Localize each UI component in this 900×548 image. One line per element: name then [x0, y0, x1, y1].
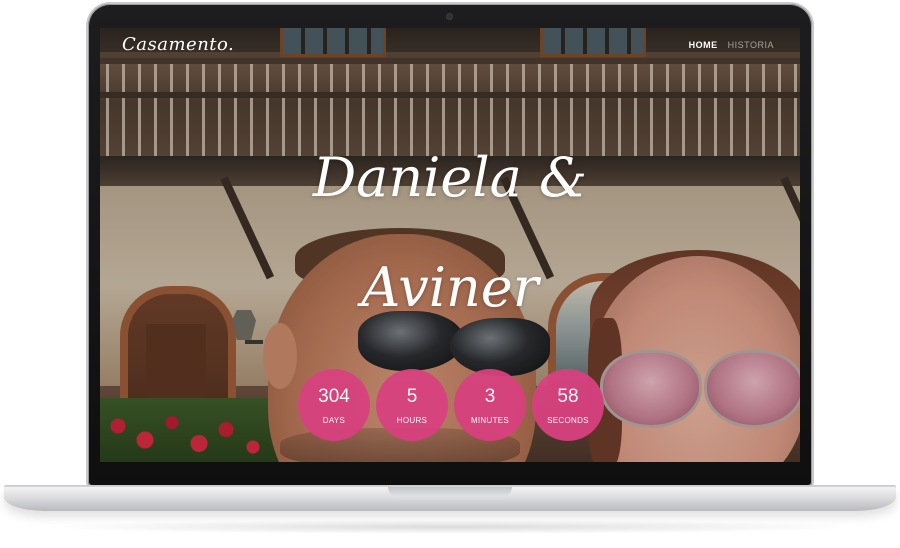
- countdown-seconds: 58 SECONDS: [532, 369, 604, 441]
- site-logo[interactable]: Casamento.: [122, 34, 234, 55]
- laptop-screen: Casamento. HOME HISTORIA Daniela & Avine…: [100, 28, 800, 462]
- laptop-notch: [388, 487, 512, 497]
- couple-name-line1: Daniela &: [312, 146, 588, 209]
- main-nav: HOME HISTORIA: [689, 40, 774, 50]
- countdown-hours-value: 5: [406, 385, 418, 407]
- countdown-seconds-label: SECONDS: [547, 415, 589, 425]
- countdown-minutes: 3 MINUTES: [454, 369, 526, 441]
- countdown-seconds-value: 58: [557, 385, 579, 407]
- countdown-days-label: DAYS: [322, 415, 346, 425]
- countdown-days-value: 304: [318, 385, 350, 407]
- nav-historia[interactable]: HISTORIA: [728, 40, 774, 50]
- nav-home[interactable]: HOME: [689, 40, 718, 50]
- countdown: 304 DAYS 5 HOURS 3 MINUTES 58 SECONDS: [298, 369, 604, 441]
- couple-name-line2: Aviner: [361, 256, 539, 319]
- countdown-minutes-value: 3: [484, 385, 496, 407]
- laptop-shadow: [40, 520, 860, 534]
- countdown-hours-label: HOURS: [396, 415, 428, 425]
- countdown-hours: 5 HOURS: [376, 369, 448, 441]
- countdown-days: 304 DAYS: [298, 369, 370, 441]
- camera-icon: [447, 14, 452, 19]
- countdown-minutes-label: MINUTES: [470, 415, 510, 425]
